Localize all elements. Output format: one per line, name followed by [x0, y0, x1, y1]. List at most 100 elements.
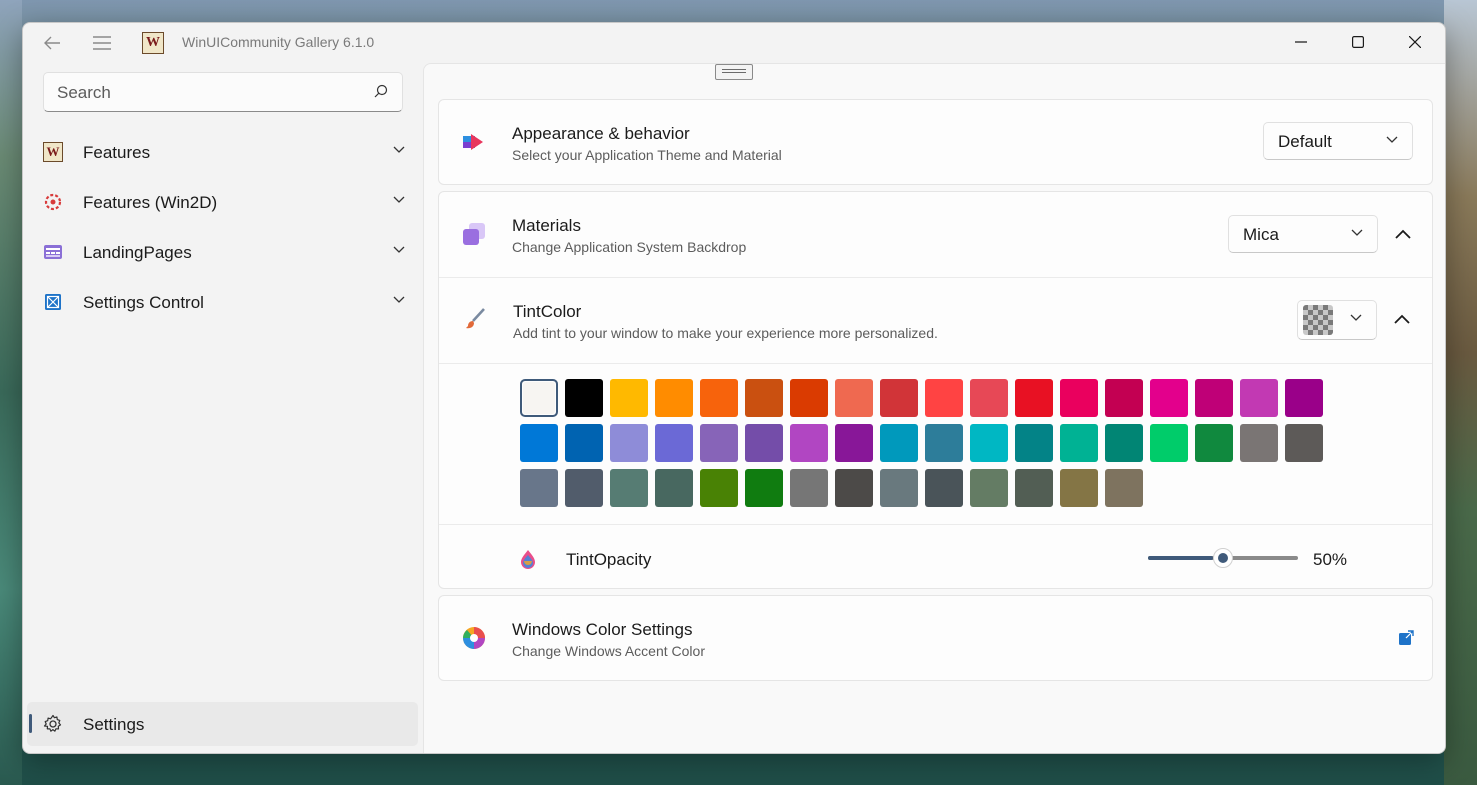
- minimize-button[interactable]: [1273, 23, 1329, 61]
- windows-color-card[interactable]: Windows Color Settings Change Windows Ac…: [438, 595, 1433, 681]
- color-swatch[interactable]: [1105, 379, 1143, 417]
- color-swatch[interactable]: [790, 469, 828, 507]
- chevron-down-icon: [1351, 229, 1363, 236]
- color-swatch[interactable]: [610, 424, 648, 462]
- chevron-down-icon: [393, 246, 405, 253]
- color-swatch[interactable]: [565, 424, 603, 462]
- settings-control-icon: [45, 294, 61, 310]
- content-area: Appearance & behavior Select your Applic…: [423, 63, 1445, 753]
- search-box[interactable]: Search: [43, 72, 403, 112]
- slider-thumb[interactable]: [1213, 548, 1233, 568]
- color-swatch[interactable]: [970, 424, 1008, 462]
- color-swatch[interactable]: [520, 424, 558, 462]
- color-swatch[interactable]: [1240, 379, 1278, 417]
- external-link-icon[interactable]: [1398, 630, 1414, 646]
- color-swatch[interactable]: [835, 379, 873, 417]
- color-swatch[interactable]: [925, 424, 963, 462]
- paintbrush-icon: [466, 308, 485, 329]
- appearance-icon: [463, 134, 483, 150]
- card-subtitle: Change Application System Backdrop: [512, 239, 747, 255]
- nav-item-landingpages[interactable]: LandingPages: [31, 230, 419, 274]
- color-swatch[interactable]: [610, 379, 648, 417]
- theme-combobox[interactable]: Default: [1263, 122, 1413, 160]
- color-swatch[interactable]: [1060, 379, 1098, 417]
- app-title: WinUICommunity Gallery 6.1.0: [182, 34, 375, 50]
- gear-icon: [43, 714, 62, 732]
- color-swatch[interactable]: [880, 424, 918, 462]
- card-subtitle: Add tint to your window to make your exp…: [513, 325, 938, 341]
- nav-item-features[interactable]: W Features: [31, 130, 419, 174]
- color-swatch[interactable]: [610, 469, 648, 507]
- nav-item-settings[interactable]: Settings: [27, 702, 418, 746]
- color-swatch[interactable]: [1195, 424, 1233, 462]
- maximize-button[interactable]: [1330, 23, 1386, 61]
- color-swatch[interactable]: [970, 469, 1008, 507]
- app-window: W WinUICommunity Gallery 6.1.0 Search W …: [22, 22, 1446, 754]
- color-swatch[interactable]: [835, 424, 873, 462]
- hamburger-icon[interactable]: [90, 31, 114, 55]
- card-title: TintColor: [513, 302, 582, 321]
- color-swatch[interactable]: [880, 379, 918, 417]
- color-swatch[interactable]: [700, 424, 738, 462]
- color-swatch[interactable]: [1060, 469, 1098, 507]
- winui-logo-icon: W: [43, 142, 63, 162]
- color-swatch[interactable]: [1060, 424, 1098, 462]
- nav-item-features-win2d[interactable]: Features (Win2D): [31, 180, 419, 224]
- card-subtitle: Select your Application Theme and Materi…: [512, 147, 782, 163]
- color-swatch[interactable]: [1150, 424, 1188, 462]
- desktop-wallpaper-left: [0, 0, 22, 785]
- color-swatch[interactable]: [1240, 424, 1278, 462]
- color-swatch[interactable]: [655, 379, 693, 417]
- opacity-slider[interactable]: [1148, 548, 1298, 568]
- card-title: Windows Color Settings: [512, 620, 693, 639]
- color-swatch[interactable]: [925, 469, 963, 507]
- backdrop-combobox[interactable]: Mica: [1228, 215, 1378, 253]
- color-swatch[interactable]: [925, 379, 963, 417]
- collapse-chevron-up-icon[interactable]: [1393, 225, 1413, 245]
- color-swatch[interactable]: [655, 424, 693, 462]
- color-swatch[interactable]: [1105, 469, 1143, 507]
- color-swatch[interactable]: [1015, 469, 1053, 507]
- color-swatch[interactable]: [1150, 379, 1188, 417]
- color-swatch[interactable]: [835, 469, 873, 507]
- collapse-chevron-up-icon[interactable]: [1392, 310, 1412, 330]
- color-swatch[interactable]: [1195, 379, 1233, 417]
- maximize-icon: [1352, 36, 1364, 48]
- color-swatch[interactable]: [1105, 424, 1143, 462]
- nav-item-label: Settings Control: [83, 293, 204, 312]
- materials-expander: Materials Change Application System Back…: [438, 191, 1433, 589]
- color-swatch[interactable]: [700, 469, 738, 507]
- color-swatch[interactable]: [745, 379, 783, 417]
- color-swatch[interactable]: [565, 379, 603, 417]
- nav-item-label: Features: [83, 143, 151, 162]
- color-swatch[interactable]: [700, 379, 738, 417]
- color-wheel-icon: [463, 627, 485, 649]
- close-button[interactable]: [1387, 23, 1443, 61]
- tint-color-picker-button[interactable]: [1297, 300, 1377, 340]
- appearance-card: Appearance & behavior Select your Applic…: [438, 99, 1433, 185]
- chevron-down-icon: [1350, 314, 1362, 321]
- color-swatch[interactable]: [565, 469, 603, 507]
- color-swatch[interactable]: [1285, 379, 1323, 417]
- color-swatch[interactable]: [520, 469, 558, 507]
- search-icon[interactable]: [374, 84, 388, 98]
- divider: [439, 524, 1432, 525]
- back-arrow-icon[interactable]: [40, 31, 64, 55]
- search-input[interactable]: Search: [57, 83, 111, 103]
- card-title: Appearance & behavior: [512, 124, 690, 143]
- chevron-down-icon: [393, 196, 405, 203]
- selected-swatch-ring: [520, 379, 558, 417]
- color-swatch[interactable]: [745, 424, 783, 462]
- drag-handle[interactable]: [715, 64, 753, 80]
- selection-indicator: [29, 714, 32, 733]
- color-swatch[interactable]: [655, 469, 693, 507]
- color-swatch[interactable]: [880, 469, 918, 507]
- color-swatch[interactable]: [790, 379, 828, 417]
- color-swatch[interactable]: [1015, 379, 1053, 417]
- color-swatch[interactable]: [1015, 424, 1053, 462]
- color-swatch[interactable]: [745, 469, 783, 507]
- color-swatch[interactable]: [970, 379, 1008, 417]
- color-swatch[interactable]: [1285, 424, 1323, 462]
- nav-item-settings-control[interactable]: Settings Control: [31, 280, 419, 324]
- color-swatch[interactable]: [790, 424, 828, 462]
